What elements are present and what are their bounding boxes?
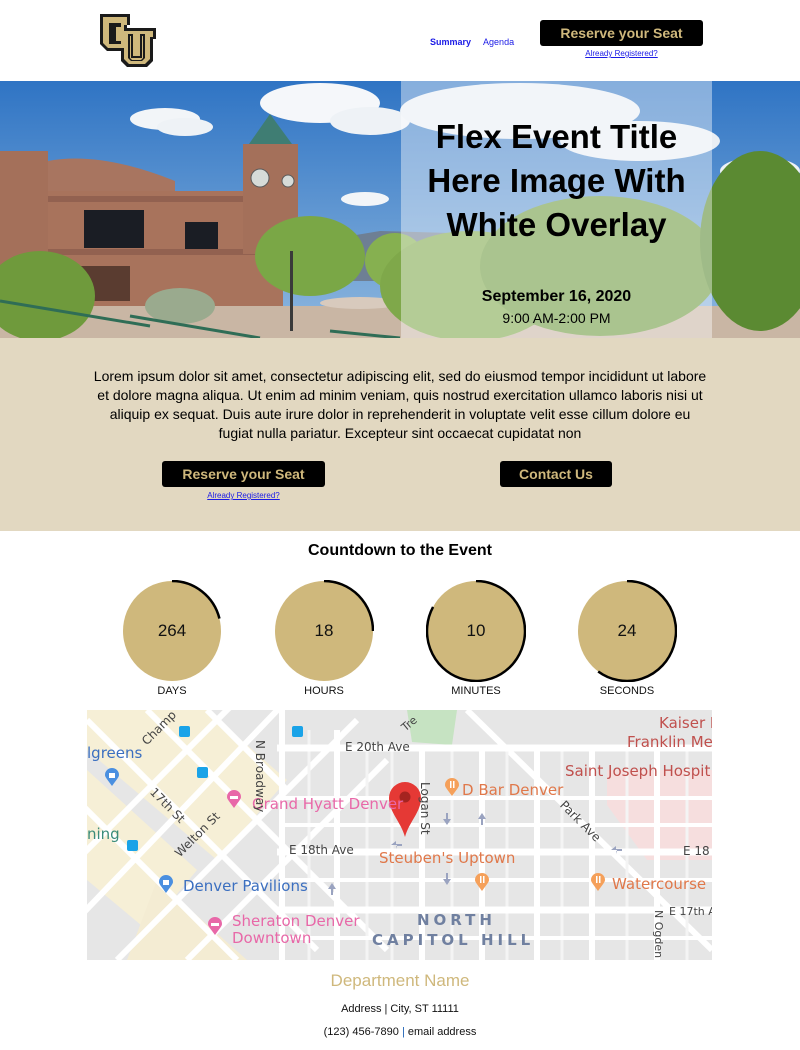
map-label-e20th: E 20th Ave [345,740,410,754]
hotel-marker-icon[interactable] [227,790,241,808]
map-label-broadway: N Broadway [253,740,267,813]
shopping-marker-icon[interactable] [159,875,173,893]
header-registered-link[interactable]: Already Registered? [540,49,703,58]
map-label-ogden: N Ogden [652,910,665,959]
already-registered-link[interactable]: Already Registered? [162,491,325,500]
footer-phone: (123) 456-7890 [323,1026,399,1038]
countdown-label: MINUTES [451,685,501,697]
countdown-value: 24 [617,621,637,640]
hotel-marker-icon[interactable] [208,917,222,935]
event-title: Flex Event Title Here Image With White O… [427,118,686,243]
restaurant-marker-icon[interactable] [591,873,605,891]
map-label-north: NORTH [417,911,496,929]
countdown-hours: 18 HOURS [274,580,374,700]
event-date: September 16, 2020 [481,288,632,305]
map-label-saint-joseph: Saint Joseph Hospit [565,762,711,780]
footer-email-link[interactable]: email address [408,1026,476,1038]
reserve-seat-button[interactable]: Reserve your Seat [162,461,325,487]
department-name: Department Name [330,971,470,990]
map-label-steubens: Steuben's Uptown [379,849,516,867]
nav-agenda[interactable]: Agenda [483,37,514,47]
map-label-e18th: E 18th Ave [289,843,354,857]
map-label-d-bar: D Bar Denver [462,781,564,799]
contact-us-button[interactable]: Contact Us [500,461,612,487]
map-label-kaiser: Kaiser PermFranklin Medical [627,714,712,751]
footer-address: Address | City, ST 11111 [341,1003,459,1015]
map-label-capitol-hill: CAPITOL HILL [372,931,535,949]
map-label-watercourse: Watercourse F [612,875,712,893]
countdown-title: Countdown to the Event [308,542,492,559]
countdown-value: 10 [466,621,486,640]
map-label-logan: Logan St [418,782,432,835]
countdown-label: SECONDS [599,685,655,697]
restaurant-marker-icon[interactable] [445,778,459,796]
countdown-days: 264 DAYS [122,580,222,700]
map-label-grand-hyatt: Grand Hyatt Denver [252,795,404,813]
location-map[interactable]: lgreens ning Grand Hyatt Denver Denver P… [87,710,712,960]
countdown-value: 18 [314,621,334,640]
cu-logo-icon[interactable] [97,11,159,70]
countdown-label: HOURS [304,685,344,697]
map-label-walgreens: lgreens [87,744,143,762]
countdown-minutes: 10 MINUTES [426,580,526,700]
restaurant-marker-icon[interactable] [475,873,489,891]
shopping-marker-icon[interactable] [105,768,119,786]
footer-contact: (123) 456-7890 | email address [0,1026,800,1038]
footer-separator: | [401,1026,405,1038]
nav-summary[interactable]: Summary [430,37,471,47]
map-label-ning: ning [87,825,120,843]
hero-banner: Flex Event Title Here Image With White O… [0,81,800,338]
summary-text: Lorem ipsum dolor sit amet, consectetur … [93,368,707,441]
summary-section: Lorem ipsum dolor sit amet, consectetur … [0,338,800,531]
map-label-denver-pavilions: Denver Pavilions [183,877,308,895]
event-time: 9:00 AM-2:00 PM [502,310,611,326]
countdown-seconds: 24 SECONDS [577,580,677,700]
countdown-value: 264 [157,621,187,640]
countdown-label: DAYS [157,685,187,697]
main-nav: Summary Agenda [430,37,524,47]
map-label-sheraton: Sheraton Denver Downtown [232,912,360,947]
map-label-e18th-right: E 18 [683,844,710,858]
site-header: Summary Agenda Reserve your Seat Already… [0,0,800,81]
map-label-e17th: E 17th Av [669,905,712,918]
header-reserve-button[interactable]: Reserve your Seat [540,20,703,46]
